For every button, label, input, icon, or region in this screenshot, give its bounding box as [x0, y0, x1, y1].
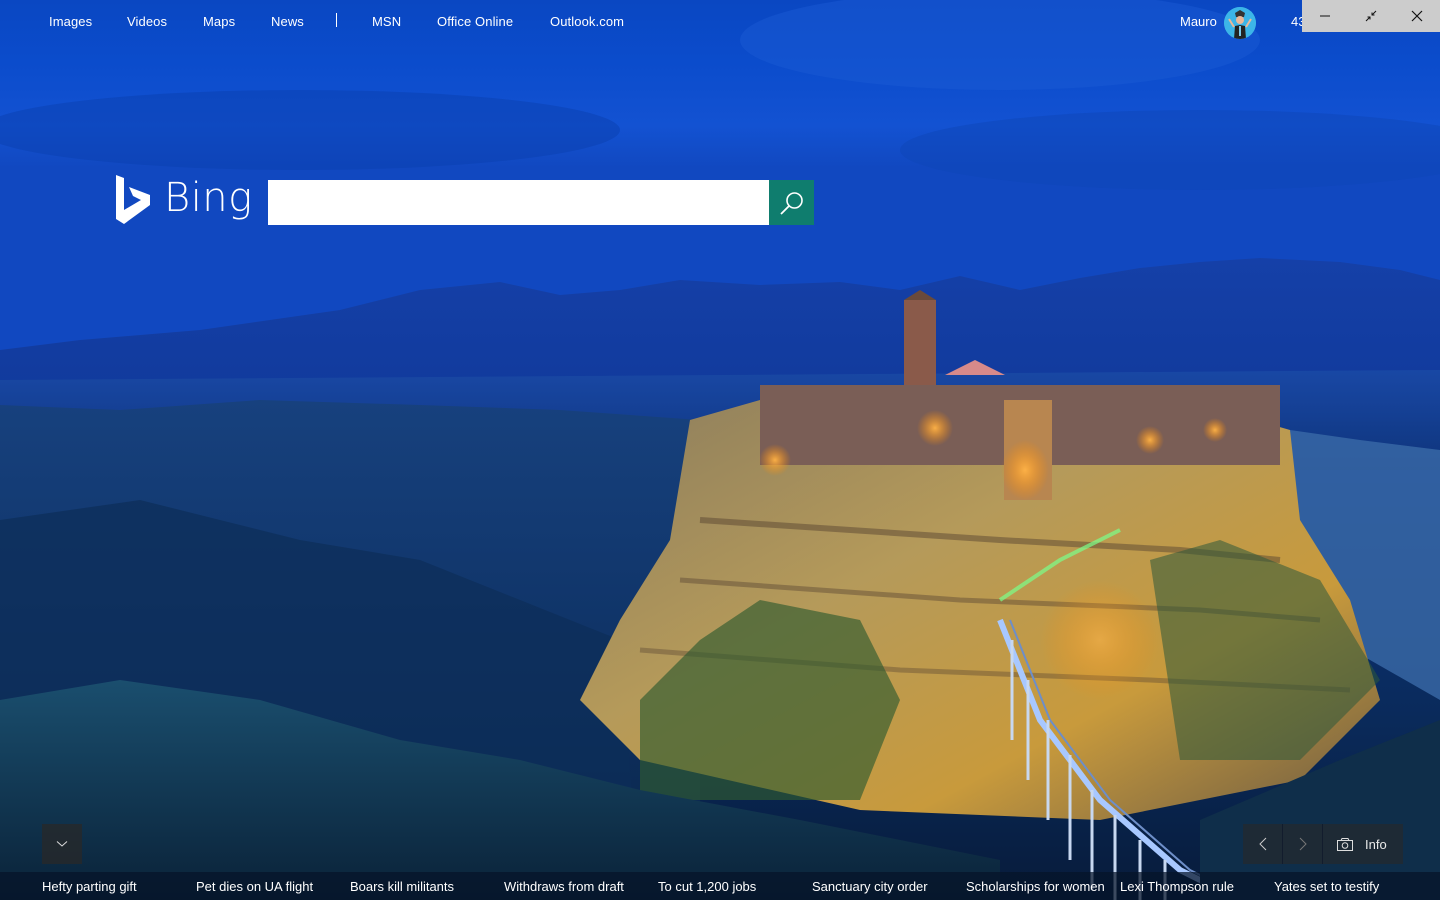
close-button[interactable]	[1394, 0, 1440, 32]
user-name[interactable]: Mauro	[1180, 14, 1217, 29]
chevron-left-icon	[1258, 837, 1266, 851]
news-headline[interactable]: Hefty parting gift	[42, 879, 137, 894]
avatar-character-icon	[1224, 7, 1256, 39]
minimize-button[interactable]	[1302, 0, 1348, 32]
search-input[interactable]	[268, 180, 769, 225]
news-headlines-bar: Hefty parting gift Pet dies on UA flight…	[0, 872, 1440, 900]
chevron-right-icon	[1299, 837, 1307, 851]
bing-logo-text: Bing	[164, 175, 253, 221]
restore-button[interactable]	[1348, 0, 1394, 32]
nav-link-news[interactable]: News	[271, 14, 304, 29]
window-controls	[1302, 0, 1440, 32]
previous-image-button[interactable]	[1243, 824, 1283, 864]
news-headline[interactable]: Boars kill militants	[350, 879, 454, 894]
nav-link-images[interactable]: Images	[49, 14, 92, 29]
news-headline[interactable]: Scholarships for women	[966, 879, 1105, 894]
restore-arrows-icon	[1365, 10, 1377, 22]
news-headline[interactable]: Pet dies on UA flight	[196, 879, 313, 894]
news-headline[interactable]: Sanctuary city order	[812, 879, 928, 894]
bing-logo[interactable]: Bing	[114, 174, 253, 226]
bing-b-logo-icon	[116, 175, 150, 224]
background-image	[0, 0, 1440, 900]
top-navigation: Images Videos Maps News MSN Office Onlin…	[0, 0, 1440, 44]
news-headline[interactable]: Yates set to testify	[1274, 879, 1379, 894]
search-icon	[779, 191, 803, 215]
minimize-icon	[1320, 15, 1330, 17]
avatar[interactable]	[1224, 7, 1256, 39]
news-headline[interactable]: Withdraws from draft	[504, 879, 624, 894]
image-info-button[interactable]: Info	[1323, 824, 1403, 864]
info-label: Info	[1365, 836, 1387, 852]
nav-link-office-online[interactable]: Office Online	[437, 14, 513, 29]
news-headline[interactable]: Lexi Thompson rule	[1120, 879, 1234, 894]
news-headline[interactable]: To cut 1,200 jobs	[658, 879, 756, 894]
image-controls: Info	[1243, 824, 1403, 864]
nav-separator	[336, 13, 337, 27]
chevron-down-icon	[56, 841, 68, 847]
hilltop-village-scene	[0, 0, 1440, 900]
nav-link-outlook[interactable]: Outlook.com	[550, 14, 624, 29]
nav-link-msn[interactable]: MSN	[372, 14, 401, 29]
close-icon	[1411, 10, 1423, 22]
nav-link-videos[interactable]: Videos	[127, 14, 167, 29]
nav-link-maps[interactable]: Maps	[203, 14, 235, 29]
collapse-news-button[interactable]	[42, 824, 82, 864]
search-button[interactable]	[769, 180, 814, 225]
next-image-button[interactable]	[1283, 824, 1323, 864]
camera-icon	[1337, 837, 1353, 851]
